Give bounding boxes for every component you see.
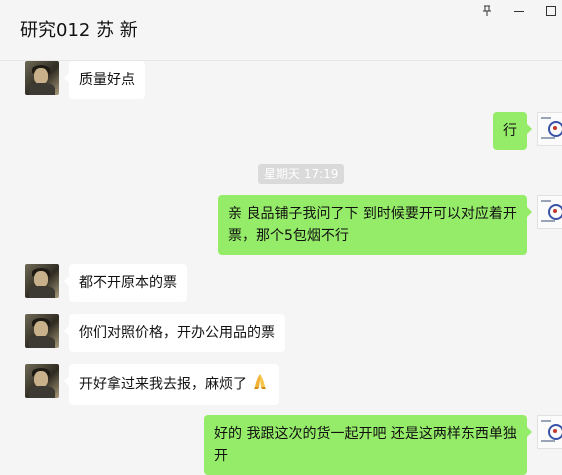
message-bubble[interactable]: 亲 良品铺子我问了下 到时候要开可以对应着开票，那个5包烟不行: [218, 195, 532, 255]
folded-hands-emoji: [251, 372, 269, 397]
maximize-icon[interactable]: [542, 2, 560, 20]
minimize-icon[interactable]: [510, 2, 528, 20]
message-bubble[interactable]: 开好拿过来我去报，麻烦了: [63, 364, 280, 405]
contact-avatar[interactable]: [25, 264, 59, 298]
contact-avatar[interactable]: [25, 364, 59, 398]
my-avatar[interactable]: [537, 195, 562, 229]
message-bubble[interactable]: 行: [493, 112, 532, 150]
my-avatar[interactable]: [537, 112, 562, 146]
contact-avatar[interactable]: [25, 314, 59, 348]
message-list[interactable]: 质量好点 行 星期天 17:19 亲 良品铺子我问了下 到时候要开可以对应着开票…: [0, 61, 562, 475]
timestamp: 星期天 17:19: [258, 164, 345, 184]
message-text: 开好拿过来我去报，麻烦了: [79, 376, 247, 393]
pin-icon[interactable]: [478, 2, 496, 20]
title-bar: 研究012 苏 新: [0, 0, 562, 61]
contact-avatar[interactable]: [25, 61, 59, 95]
chat-title: 研究012 苏 新: [20, 20, 138, 41]
my-avatar[interactable]: [537, 415, 562, 449]
message-bubble[interactable]: 质量好点: [64, 61, 145, 99]
message-bubble[interactable]: 都不开原本的票: [64, 264, 187, 302]
message-bubble[interactable]: 你们对照价格，开办公用品的票: [64, 314, 285, 352]
message-bubble[interactable]: 好的 我跟这次的货一起开吧 还是这两样东西单独开: [204, 415, 532, 475]
